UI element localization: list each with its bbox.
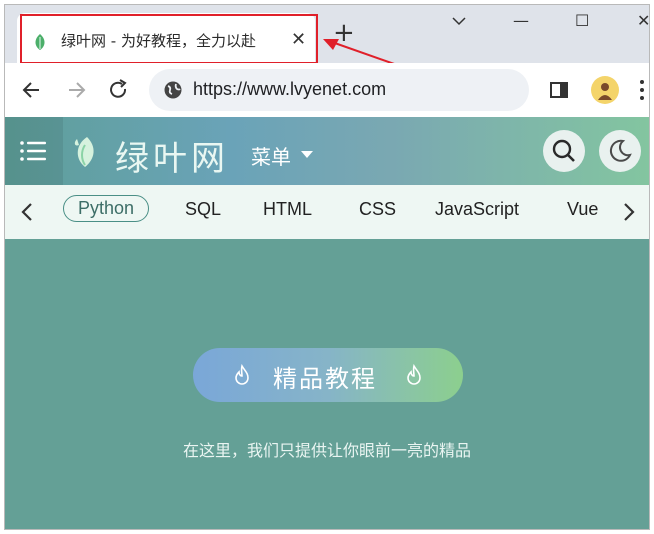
forward-arrow-icon[interactable]	[63, 77, 89, 103]
featured-tutorials-button[interactable]: 精品教程	[193, 348, 463, 402]
category-nav: Python SQL HTML CSS JavaScript Vue	[5, 185, 649, 239]
dark-mode-button[interactable]	[599, 130, 641, 172]
category-html[interactable]: HTML	[263, 199, 312, 220]
tab-search-chevron-icon[interactable]	[451, 15, 467, 27]
back-arrow-icon[interactable]	[19, 77, 45, 103]
category-sql[interactable]: SQL	[185, 199, 221, 220]
maximize-button[interactable]: ☐	[575, 11, 589, 30]
reload-icon[interactable]	[105, 77, 131, 103]
hamburger-menu-button[interactable]	[5, 117, 63, 185]
category-python[interactable]: Python	[63, 195, 150, 222]
profile-avatar[interactable]	[591, 76, 619, 104]
address-bar[interactable]: https://www.lvyenet.com	[149, 69, 529, 111]
category-vue[interactable]: Vue	[567, 199, 598, 220]
side-panel-icon[interactable]	[550, 82, 568, 98]
moon-icon	[609, 139, 632, 162]
site-header: 绿叶网 菜单	[5, 117, 649, 185]
category-css[interactable]: CSS	[359, 199, 396, 220]
leaf-logo-icon	[74, 137, 94, 167]
site-brand[interactable]: 绿叶网	[115, 131, 229, 180]
category-javascript[interactable]: JavaScript	[435, 199, 519, 220]
close-window-button[interactable]: ✕	[637, 11, 649, 30]
url-text[interactable]: https://www.lvyenet.com	[193, 79, 386, 100]
featured-tutorials-label: 精品教程	[273, 365, 377, 393]
search-icon	[552, 139, 575, 162]
browser-toolbar: https://www.lvyenet.com	[5, 63, 649, 117]
hamburger-icon	[20, 141, 46, 161]
flame-icon	[235, 364, 249, 385]
search-button[interactable]	[543, 130, 585, 172]
menu-dropdown-label[interactable]: 菜单	[251, 141, 291, 170]
hero-section: 精品教程 在这里，我们只提供让你眼前一亮的精品	[5, 239, 649, 529]
chevron-right-icon[interactable]	[619, 201, 639, 223]
more-menu-icon[interactable]	[639, 77, 645, 103]
minimize-button[interactable]: —	[513, 11, 529, 30]
tab-highlight-box	[20, 14, 318, 64]
hero-subtitle: 在这里，我们只提供让你眼前一亮的精品	[182, 441, 471, 460]
browser-window: 绿叶网 - 为好教程，全力以赴 ✕ + — ☐ ✕ https://www.lv…	[4, 4, 650, 530]
chevron-left-icon[interactable]	[17, 201, 37, 223]
globe-icon[interactable]	[163, 80, 183, 100]
avatar-figure-icon	[598, 83, 612, 100]
flame-icon	[407, 364, 421, 385]
caret-down-icon[interactable]	[301, 151, 313, 158]
